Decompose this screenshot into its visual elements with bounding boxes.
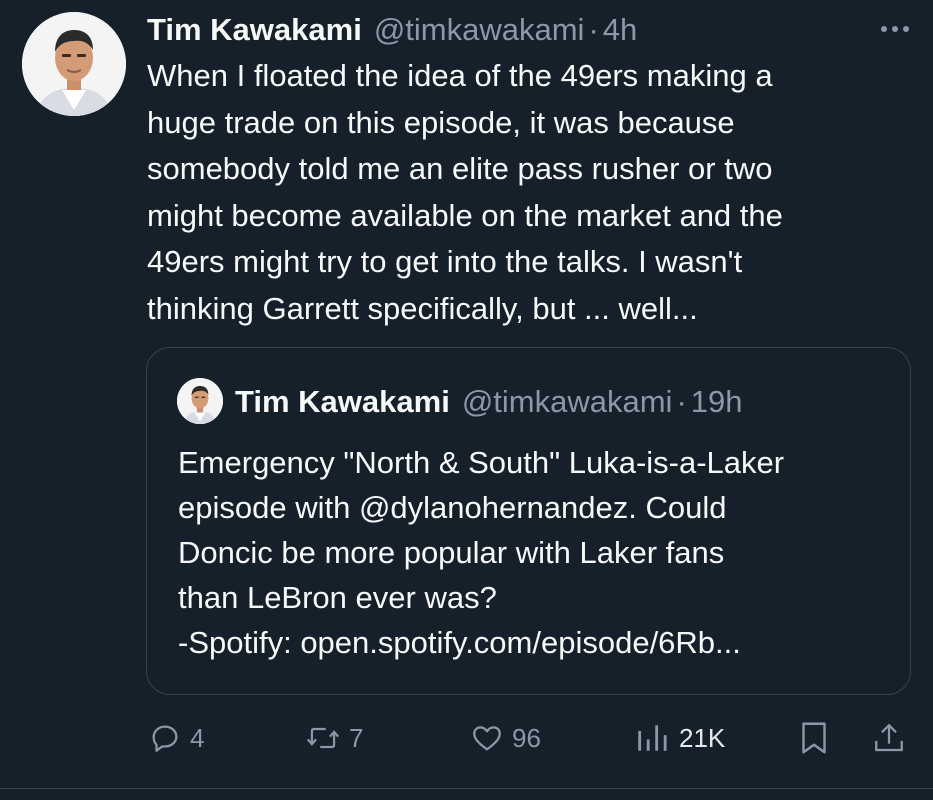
like-count: 96 <box>512 722 541 753</box>
author-avatar[interactable] <box>22 12 126 116</box>
quoted-tweet[interactable]: Tim Kawakami @timkawakami · 19h Emergenc… <box>146 347 911 695</box>
share-button[interactable] <box>872 718 906 758</box>
quoted-author-handle[interactable]: @timkawakami <box>462 384 673 420</box>
quoted-author-avatar[interactable] <box>177 378 223 424</box>
tweet[interactable]: Tim Kawakami @timkawakami · 4h When I fl… <box>0 0 933 790</box>
share-icon <box>872 720 906 756</box>
more-icon[interactable] <box>875 14 915 44</box>
quoted-header-separator: · <box>676 384 687 419</box>
author-name[interactable]: Tim Kawakami <box>147 12 362 48</box>
repost-count: 7 <box>349 722 364 753</box>
quoted-tweet-text: Emergency "North & South" Luka-is-a-Lake… <box>178 445 785 660</box>
bookmark-icon <box>798 720 830 756</box>
repost-button[interactable]: 7 <box>305 718 363 758</box>
quoted-author-name[interactable]: Tim Kawakami <box>235 384 450 420</box>
tweet-header: Tim Kawakami @timkawakami · 4h <box>147 10 637 50</box>
views-count: 21K <box>679 722 726 753</box>
quoted-tweet-timestamp[interactable]: 19h <box>691 384 743 420</box>
reply-button[interactable]: 4 <box>148 718 204 758</box>
repost-icon <box>305 721 341 755</box>
reply-count: 4 <box>190 722 205 753</box>
views-button[interactable]: 21K <box>635 718 725 758</box>
header-separator: · <box>588 12 599 47</box>
heart-icon <box>470 721 504 755</box>
tweet-text: When I floated the idea of the 49ers mak… <box>147 58 783 326</box>
tweet-timestamp[interactable]: 4h <box>603 12 637 48</box>
views-icon <box>635 721 667 755</box>
reply-icon <box>148 721 182 755</box>
action-bar: 4 7 96 21K <box>0 718 933 758</box>
bookmark-button[interactable] <box>798 718 830 758</box>
tweet-divider <box>0 788 933 789</box>
like-button[interactable]: 96 <box>470 718 541 758</box>
author-handle[interactable]: @timkawakami <box>374 12 585 48</box>
quoted-tweet-header: Tim Kawakami @timkawakami · 19h <box>235 382 743 422</box>
